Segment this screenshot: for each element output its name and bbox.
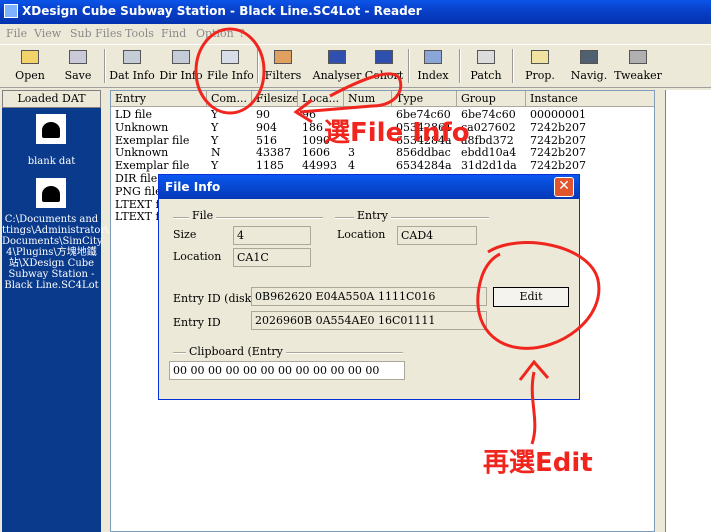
arrow-to-edit (530, 371, 537, 445)
file-info-highlight-circle (194, 27, 266, 115)
edit-highlight-circle (476, 241, 601, 350)
arrow-to-file-info (299, 72, 403, 114)
annotation-step1: 選File Info (324, 118, 470, 148)
annotation-overlay (194, 27, 601, 445)
annotation-step2: 再選Edit (483, 448, 593, 478)
